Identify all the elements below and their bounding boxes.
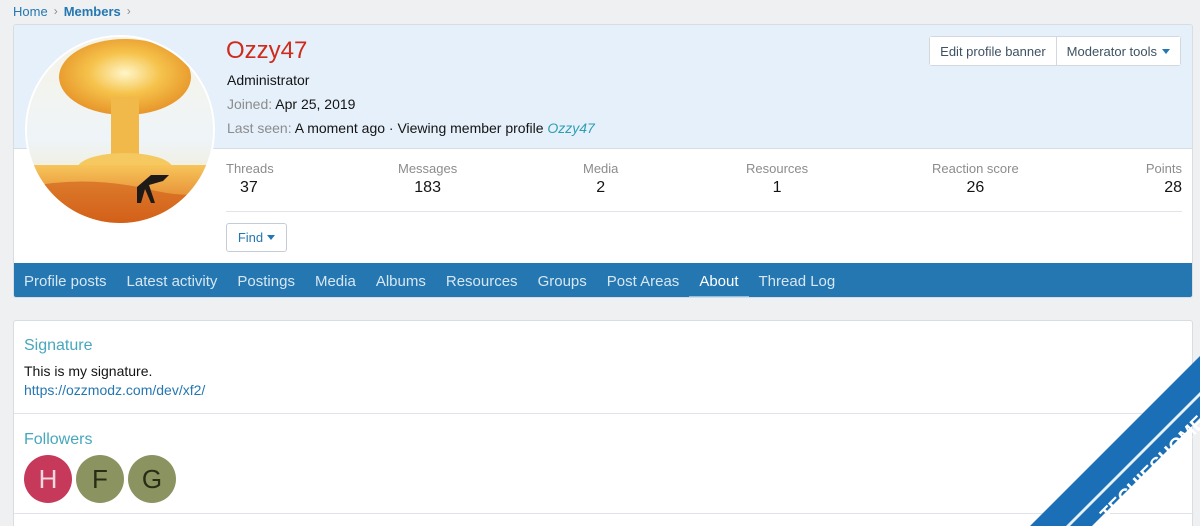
- stat-label: Threads: [226, 161, 274, 176]
- stat-messages[interactable]: Messages 183: [398, 161, 457, 197]
- caret-down-icon: [1162, 48, 1170, 54]
- stat-resources[interactable]: Resources 1: [746, 161, 808, 197]
- stat-media[interactable]: Media 2: [583, 161, 618, 197]
- followers-heading: Followers: [24, 431, 93, 448]
- signature-section: Signature This is my signature. https://…: [24, 337, 205, 398]
- joined-row: Joined: Apr 25, 2019: [227, 96, 355, 112]
- signature-text: This is my signature.: [24, 363, 153, 379]
- tab-about[interactable]: About: [689, 263, 749, 297]
- caret-down-icon: [267, 235, 276, 240]
- member-header-card: Ozzy47 Administrator Joined: Apr 25, 201…: [13, 24, 1193, 298]
- section-divider: [14, 413, 1194, 414]
- stat-value: 1: [772, 179, 782, 196]
- tab-media[interactable]: Media: [305, 263, 366, 297]
- stat-label: Messages: [398, 161, 458, 176]
- stat-threads[interactable]: Threads 37: [226, 161, 274, 197]
- follower-avatar[interactable]: H: [24, 455, 72, 503]
- edit-profile-banner-button[interactable]: Edit profile banner: [930, 37, 1056, 65]
- edit-profile-banner-label: Edit profile banner: [940, 43, 1046, 59]
- last-seen-row: Last seen: A moment ago · Viewing member…: [227, 120, 595, 136]
- tab-postings[interactable]: Postings: [227, 263, 305, 297]
- watermark-ribbon: TECHIESHOME.COM: [1030, 356, 1200, 526]
- tab-groups[interactable]: Groups: [528, 263, 597, 297]
- signature-link[interactable]: https://ozzmodz.com/dev/xf2/: [24, 382, 205, 398]
- last-seen-value: A moment ago · Viewing member profile: [294, 120, 544, 136]
- follower-avatar[interactable]: F: [76, 455, 124, 503]
- stat-points[interactable]: Points 28: [1146, 161, 1182, 197]
- techieshome-watermark: TECHIESHOME.COM: [1030, 356, 1200, 526]
- moderator-tools-label: Moderator tools: [1066, 43, 1157, 59]
- tab-resources[interactable]: Resources: [436, 263, 528, 297]
- breadcrumb-members-link[interactable]: Members: [64, 4, 121, 19]
- stat-value: 26: [966, 179, 985, 196]
- username: Ozzy47: [226, 37, 308, 64]
- stat-value: 183: [414, 179, 441, 196]
- joined-date: Apr 25, 2019: [275, 96, 356, 112]
- tab-post-areas[interactable]: Post Areas: [597, 263, 690, 297]
- stat-label: Resources: [746, 161, 809, 176]
- user-title: Administrator: [227, 72, 310, 88]
- breadcrumb-home-link[interactable]: Home: [13, 4, 48, 19]
- stat-reaction-score[interactable]: Reaction score 26: [932, 161, 1019, 197]
- last-seen-member-link[interactable]: Ozzy47: [547, 120, 594, 136]
- tab-thread-log[interactable]: Thread Log: [749, 263, 846, 297]
- tab-latest-activity[interactable]: Latest activity: [117, 263, 228, 297]
- last-seen-label: Last seen:: [227, 120, 292, 136]
- stat-label: Media: [583, 161, 619, 176]
- section-divider: [14, 513, 1194, 514]
- breadcrumb-separator-icon: ›: [53, 4, 58, 18]
- find-button[interactable]: Find: [226, 223, 287, 252]
- breadcrumb-separator-icon: ›: [126, 4, 131, 18]
- breadcrumb: Home › Members ›: [13, 3, 131, 19]
- followers-section: Followers H F G: [24, 431, 176, 503]
- avatar[interactable]: [25, 35, 215, 225]
- stat-value: 28: [1164, 179, 1182, 196]
- follower-list: H F G: [24, 455, 176, 503]
- tab-albums[interactable]: Albums: [366, 263, 436, 297]
- signature-heading: Signature: [24, 337, 93, 354]
- tab-profile-posts[interactable]: Profile posts: [14, 263, 117, 297]
- stat-label: Reaction score: [932, 161, 1019, 176]
- profile-tab-bar: Profile posts Latest activity Postings M…: [14, 263, 1192, 297]
- find-label: Find: [237, 230, 264, 245]
- about-card: Signature This is my signature. https://…: [13, 320, 1194, 526]
- avatar-image: [27, 37, 213, 223]
- stat-label: Points: [1145, 161, 1182, 176]
- joined-label: Joined:: [227, 96, 273, 112]
- follower-avatar[interactable]: G: [128, 455, 176, 503]
- stat-value: 2: [596, 179, 606, 196]
- banner-button-group: Edit profile banner Moderator tools: [929, 36, 1181, 66]
- stat-value: 37: [240, 179, 258, 196]
- moderator-tools-button[interactable]: Moderator tools: [1055, 37, 1180, 65]
- member-stats: Threads 37 Messages 183 Media 2 Resource…: [226, 161, 1182, 212]
